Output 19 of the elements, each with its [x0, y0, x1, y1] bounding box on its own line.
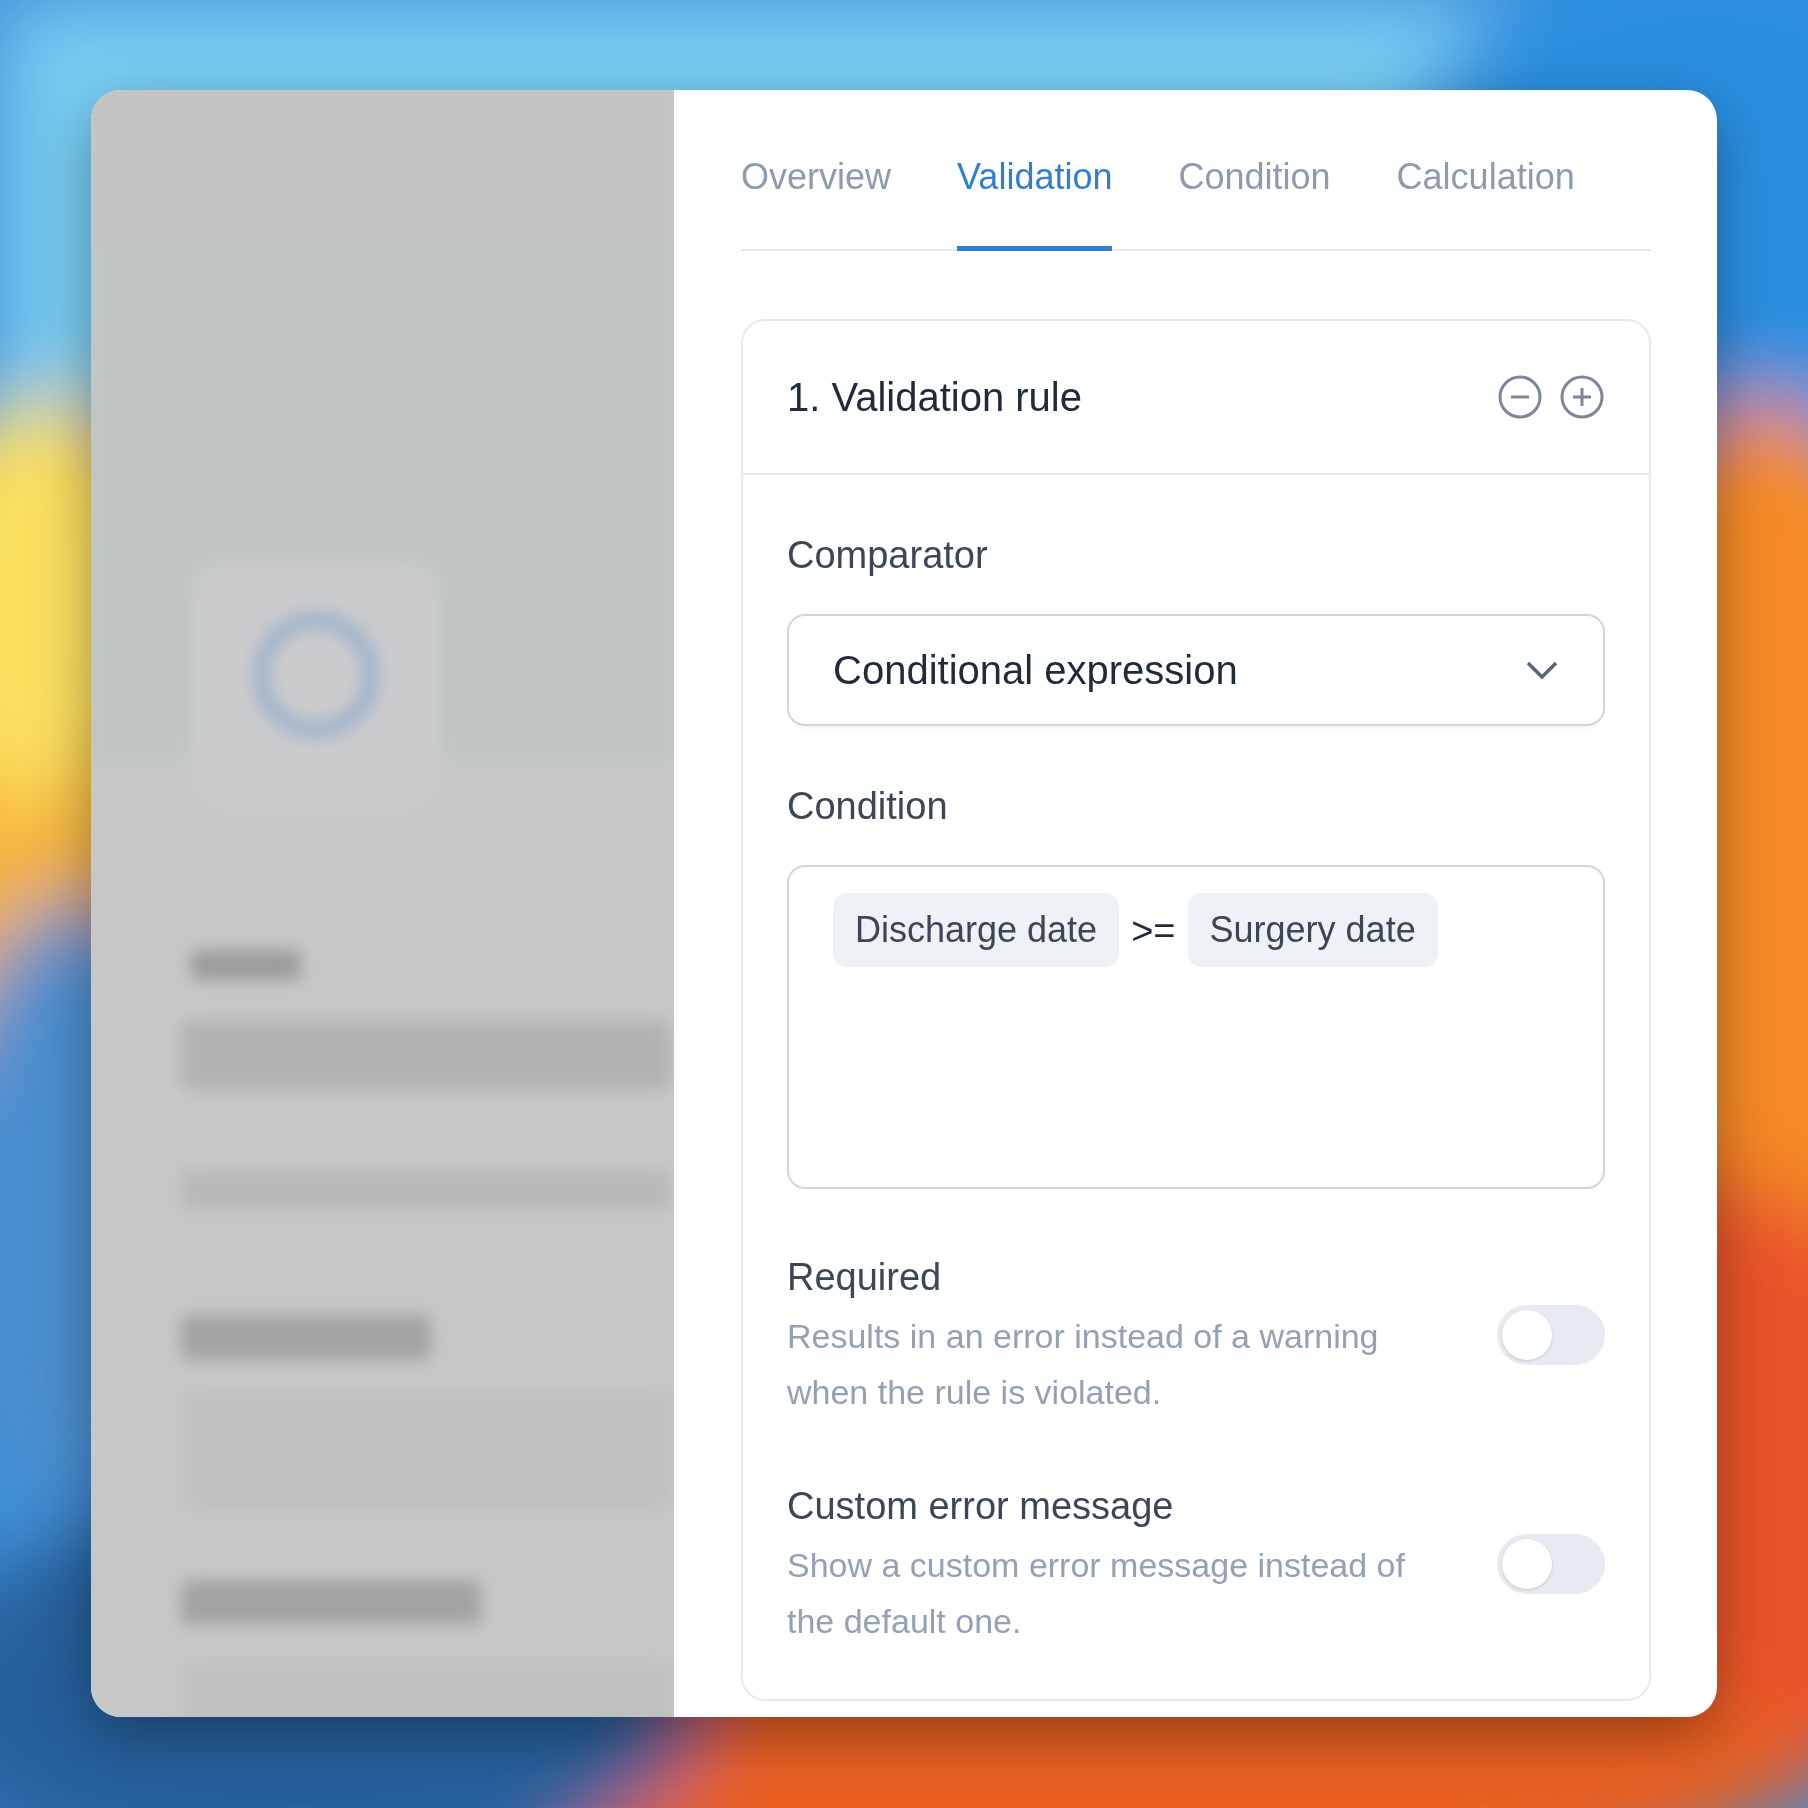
operator-text: >=	[1131, 909, 1176, 954]
toggle-title: Required	[787, 1255, 943, 1300]
condition-field[interactable]: Discharge date >= Surgery date	[787, 865, 1605, 1189]
comparator-select[interactable]: Conditional expression	[787, 614, 1605, 726]
rule-title: 1. Validation rule	[787, 374, 1082, 421]
chevron-down-icon	[1525, 660, 1559, 680]
tab[interactable]: Condition	[1178, 150, 1331, 251]
toggle-title: Custom error message	[787, 1484, 1175, 1530]
tab[interactable]: Calculation	[1396, 150, 1575, 251]
toggle-description: Results in an error instead of a warning when the rule is violated.	[787, 1316, 1380, 1414]
field-label: Comparator	[787, 533, 989, 578]
field-token: Surgery date	[1187, 893, 1438, 967]
tab[interactable]: Validation	[957, 150, 1113, 251]
remove-icon[interactable]	[1497, 374, 1543, 420]
toggle-description: Show a custom error message instead of the default one.	[787, 1545, 1406, 1643]
field-label: Condition	[787, 784, 949, 829]
tab[interactable]: Overview	[741, 150, 892, 251]
add-icon[interactable]	[1559, 374, 1605, 420]
field-token: Discharge date	[833, 893, 1120, 967]
